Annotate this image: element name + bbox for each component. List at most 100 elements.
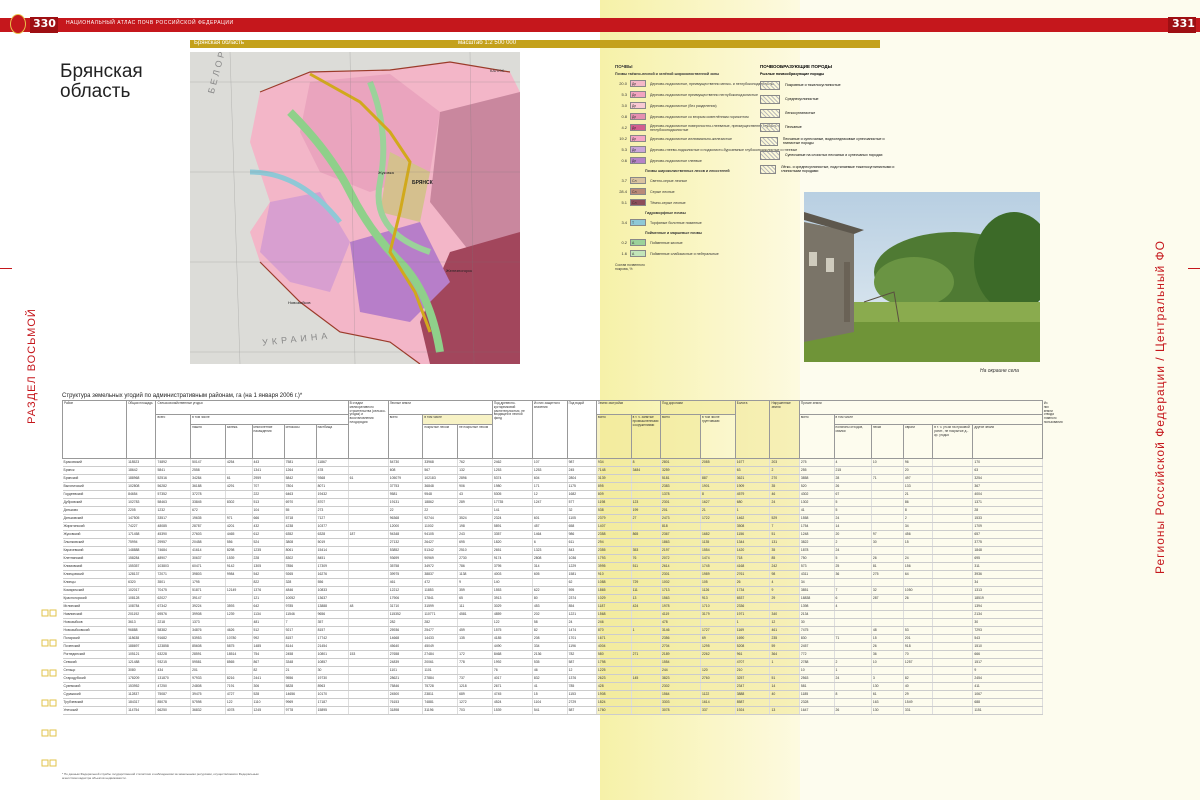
table-cell	[932, 594, 974, 603]
table-cell: 2623	[596, 674, 632, 683]
table-cell: 577	[567, 498, 597, 507]
table-cell: 41	[799, 506, 835, 515]
table-cell: 1232	[155, 506, 192, 515]
table-cell: 8587	[735, 698, 771, 707]
table-cell: 1	[769, 658, 800, 667]
table-cell: 75846	[388, 682, 424, 691]
legend-share-value: 3.0	[621, 103, 627, 108]
table-cell: 334	[532, 642, 568, 651]
table-cell: 2	[834, 658, 872, 667]
table-cell: 1701	[567, 634, 597, 643]
table-cell: 3	[871, 674, 904, 683]
table-cell	[348, 522, 389, 531]
table-cell: 3936	[972, 570, 1043, 579]
table-cell: 8	[834, 690, 872, 699]
table-cell: 8061	[284, 546, 317, 555]
table-cell: 57352	[155, 490, 192, 499]
table-cell: 72071	[155, 570, 192, 579]
table-cell	[700, 522, 736, 531]
table-cell: 1264	[284, 466, 317, 475]
table-cell	[932, 706, 974, 715]
table-cell	[871, 498, 904, 507]
table-cell: 1563	[660, 594, 702, 603]
table-cell: 158284	[126, 554, 157, 563]
table-cell	[225, 666, 253, 675]
table-cell: 2301	[660, 570, 702, 579]
table-subheader-cell: всего	[387, 414, 424, 459]
table-cell: 76	[492, 666, 533, 675]
table-cell: 52516	[155, 474, 192, 483]
table-cell: 832	[532, 674, 568, 683]
table-subheader-cell: покрытые лесом	[422, 424, 459, 459]
table-cell: 718	[735, 554, 771, 563]
table-cell: 12	[567, 666, 597, 675]
table-cell: 9142	[225, 562, 253, 571]
table-cell: 80	[532, 594, 568, 603]
table-cell: 1517	[972, 658, 1043, 667]
parent-rock-row: Песчаные	[760, 120, 900, 134]
table-cell: 8157	[284, 634, 317, 643]
table-cell	[348, 658, 389, 667]
table-cell: 67	[834, 490, 872, 499]
table-cell: 66250	[155, 706, 192, 715]
table-cell: 17309	[316, 562, 349, 571]
table-cell: 2454	[972, 674, 1043, 683]
table-cell: 604	[532, 474, 568, 483]
table-cell: 33968	[422, 458, 459, 467]
table-cell	[834, 650, 872, 659]
table-cell: 567	[422, 466, 459, 475]
table-header-cell: Нарушенные земли	[769, 400, 800, 459]
table-cell	[348, 570, 389, 579]
table-cell	[871, 610, 904, 619]
table-cell: 12	[769, 618, 800, 627]
table-cell: 35	[769, 546, 800, 555]
table-cell: 112837	[126, 690, 157, 699]
table-row: Жуковский 171458 45390 27603 4465 612 6352 6328…	[62, 530, 1043, 539]
table-cell: 4524	[492, 698, 533, 707]
table-cell: 2801	[660, 458, 702, 467]
table-cell	[769, 666, 800, 675]
table-cell: 10780	[225, 634, 253, 643]
table-cell: 689	[457, 690, 493, 699]
table-cell	[348, 498, 389, 507]
parent-rock-swatch	[760, 108, 780, 118]
table-cell: 65	[457, 594, 493, 603]
table-cell: 4201	[225, 522, 253, 531]
table-cell: 36188	[190, 482, 226, 491]
table-cell	[932, 514, 974, 523]
table-cell: 1198	[596, 498, 632, 507]
table-cell: 27658	[388, 650, 424, 659]
table-cell: 895	[596, 482, 632, 491]
table-cell: 7191	[225, 682, 253, 691]
table-cell: 19432	[316, 490, 349, 499]
legend-swatch: Дп	[630, 124, 646, 131]
map-bar-scale: масштаб 1:2 500 000	[458, 40, 517, 46]
table-cell: 3508	[735, 522, 771, 531]
table-cell: 2704	[660, 642, 702, 651]
table-cell: 64	[903, 570, 934, 579]
legend-parent-subheading: Рыхлые почвообразующие породы	[760, 72, 825, 76]
legend-label: Пойменные кислые	[650, 240, 683, 245]
table-cell: 10052	[284, 594, 317, 603]
legend-share-value: 0.6	[621, 158, 627, 163]
side-label-right-wrap: Регионы Российской Федерации / Центральн…	[1150, 240, 1170, 580]
parent-rock-row: Песчаные и супесчаные, водноледниковые с…	[760, 134, 900, 148]
table-cell	[932, 602, 974, 611]
table-row: Мглинский 108784 67342 39224 3593 642 9785 1388…	[62, 602, 1043, 611]
table-row: Злынковский 75994 29957 20458 556 524 3808 5019…	[62, 538, 1043, 547]
table-cell: 2336	[735, 602, 771, 611]
table-cell	[631, 666, 661, 675]
parent-rock-swatch	[760, 122, 780, 132]
table-cell: 4078	[225, 706, 253, 715]
table-cell	[932, 522, 974, 531]
table-cell: 4745	[492, 690, 533, 699]
table-cell: 27884	[422, 674, 459, 683]
side-label-left-wrap: РАЗДЕЛ ВОСЬМОЙ	[22, 270, 42, 470]
table-cell	[834, 642, 872, 651]
table-cell: 141	[492, 506, 533, 515]
legend-label: Торфяные болотные низинные	[650, 220, 702, 225]
district-name-cell: Новозыбков	[62, 618, 128, 627]
table-cell: 707	[252, 482, 285, 491]
table-row: Гордеевский 84654 57352 37278 222 6463 19432 95…	[62, 490, 1043, 499]
table-cell: 906	[457, 482, 493, 491]
